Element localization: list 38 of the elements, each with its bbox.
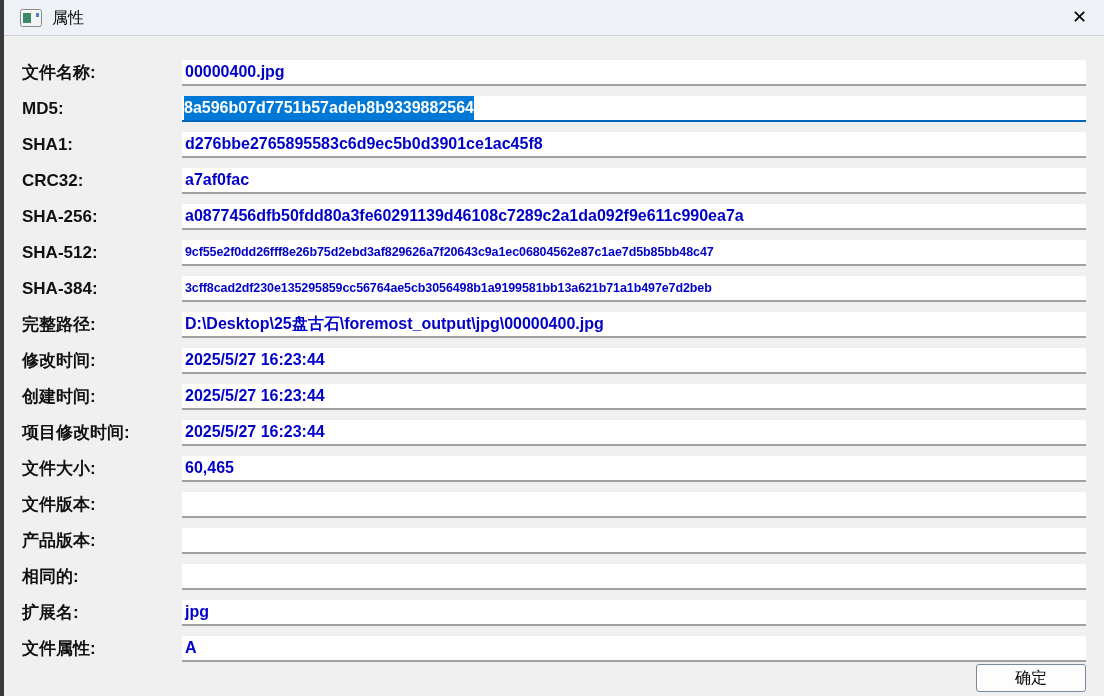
text-field[interactable]: a0877456dfb50fdd80a3fe60291139d46108c7289c2a1da092f9e611c990ea7a	[182, 204, 1086, 230]
field-label: SHA-256:	[22, 206, 99, 229]
field-label: 修改时间:	[22, 350, 97, 373]
field-label: CRC32:	[22, 170, 85, 193]
text-field[interactable]: 3cff8cad2df230e135295859cc56764ae5cb3056498b1a9199581bb13a621b71a1b497e7d2beb	[182, 276, 1086, 302]
field-label: MD5:	[22, 98, 65, 121]
text-field[interactable]: a7af0fac	[182, 168, 1086, 194]
field-label: 文件大小:	[22, 458, 97, 481]
field-label: 文件版本:	[22, 494, 97, 517]
field-label: 文件属性:	[22, 638, 97, 661]
field-label: 相同的:	[22, 566, 80, 589]
window-title: 属性	[52, 7, 84, 28]
text-field[interactable]: D:\Desktop\25盘古石\foremost_output\jpg\00000400.jpg	[182, 312, 1086, 338]
text-field[interactable]	[182, 492, 1086, 518]
field-label: 扩展名:	[22, 602, 80, 625]
text-field[interactable]: d276bbe2765895583c6d9ec5b0d3901ce1ac45f8	[182, 132, 1086, 158]
field-label: 完整路径:	[22, 314, 97, 337]
text-field[interactable]: 8a596b07d7751b57adeb8b9339882564	[182, 96, 1086, 122]
text-field[interactable]	[182, 564, 1086, 590]
field-label: 产品版本:	[22, 530, 97, 553]
ok-button[interactable]: 确定	[976, 664, 1086, 692]
field-label: SHA-384:	[22, 278, 99, 301]
field-label: 创建时间:	[22, 386, 97, 409]
field-label: 文件名称:	[22, 62, 97, 85]
field-label: SHA-512:	[22, 242, 99, 265]
text-field[interactable]: A	[182, 636, 1086, 662]
text-field[interactable]: 60,465	[182, 456, 1086, 482]
text-field[interactable]: 2025/5/27 16:23:44	[182, 420, 1086, 446]
text-field[interactable]: jpg	[182, 600, 1086, 626]
text-field[interactable]: 00000400.jpg	[182, 60, 1086, 86]
field-label: SHA1:	[22, 134, 74, 157]
text-field[interactable]	[182, 528, 1086, 554]
text-field[interactable]: 2025/5/27 16:23:44	[182, 348, 1086, 374]
close-button[interactable]: ✕	[1056, 0, 1102, 36]
text-field[interactable]: 2025/5/27 16:23:44	[182, 384, 1086, 410]
text-field[interactable]: 9cf55e2f0dd26fff8e26b75d2ebd3af829626a7f20643c9a1ec06804562e87c1ae7d5b85bb48c47	[182, 240, 1086, 266]
field-label: 项目修改时间:	[22, 422, 131, 445]
window-icon	[20, 8, 42, 27]
